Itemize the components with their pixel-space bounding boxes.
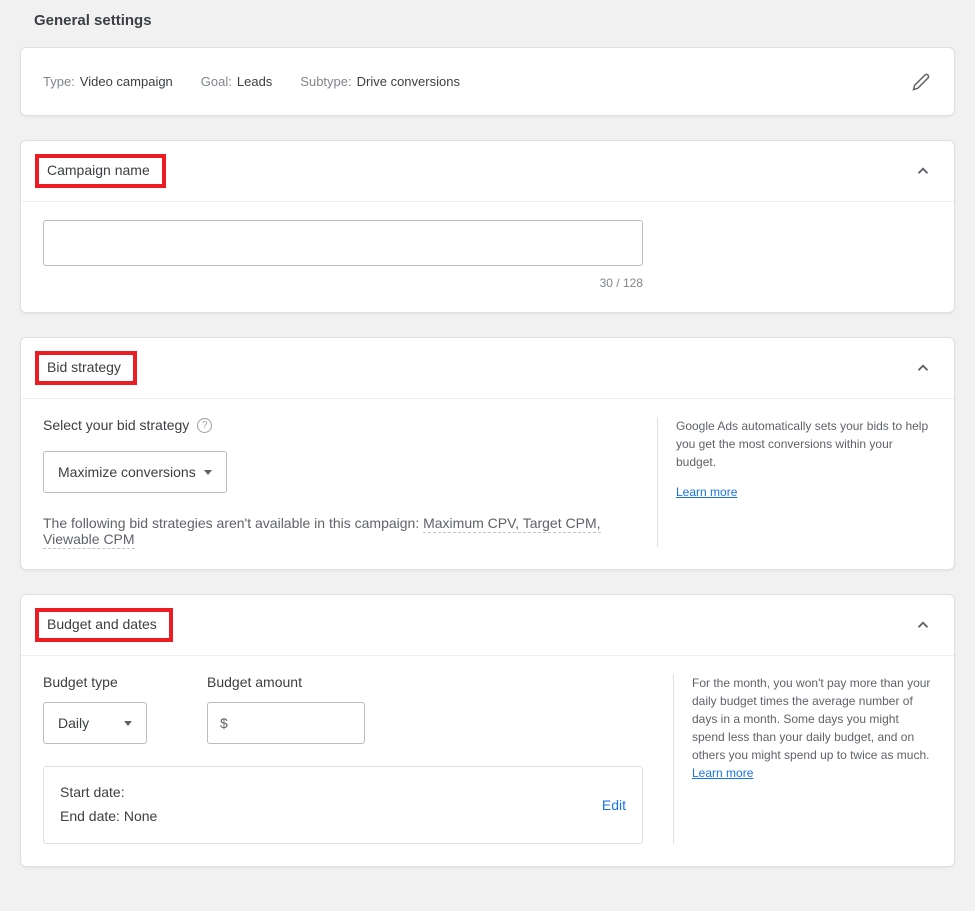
- summary-subtype-value: Drive conversions: [357, 74, 460, 89]
- currency-symbol: $: [220, 715, 228, 731]
- edit-icon[interactable]: [910, 71, 932, 93]
- bid-strategy-title-highlight: Bid strategy: [35, 351, 137, 385]
- help-icon[interactable]: ?: [197, 418, 212, 433]
- budget-amount-input-wrapper[interactable]: $: [207, 702, 365, 744]
- chevron-down-icon: [124, 721, 132, 726]
- budget-dates-title: Budget and dates: [47, 616, 157, 632]
- bid-strategy-section: Bid strategy Select your bid strategy ? …: [20, 337, 955, 570]
- bid-strategy-note: The following bid strategies aren't avai…: [43, 515, 607, 547]
- summary-type-label: Type:: [43, 74, 75, 89]
- campaign-name-header: Campaign name: [21, 141, 954, 202]
- budget-help-panel: For the month, you won't pay more than y…: [673, 674, 932, 844]
- campaign-name-counter: 30 / 128: [43, 276, 643, 290]
- bid-strategy-selected: Maximize conversions: [58, 464, 196, 480]
- budget-help-text: For the month, you won't pay more than y…: [692, 674, 932, 764]
- campaign-name-title: Campaign name: [47, 162, 150, 178]
- summary-subtype-label: Subtype:: [300, 74, 351, 89]
- budget-dates-header: Budget and dates: [21, 595, 954, 656]
- page-title: General settings: [34, 12, 955, 29]
- summary-type-value: Video campaign: [80, 74, 173, 89]
- summary-type: Type: Video campaign: [43, 74, 173, 89]
- learn-more-link[interactable]: Learn more: [676, 483, 737, 501]
- end-date-row: End date: None: [60, 805, 157, 829]
- dates-box: Start date: End date: None Edit: [43, 766, 643, 844]
- bid-strategy-select-label: Select your bid strategy ?: [43, 417, 607, 433]
- budget-dates-section: Budget and dates Budget type Daily: [20, 594, 955, 867]
- bid-strategy-help-text: Google Ads automatically sets your bids …: [676, 417, 932, 471]
- summary-goal-value: Leads: [237, 74, 272, 89]
- bid-strategy-help-panel: Google Ads automatically sets your bids …: [657, 417, 932, 547]
- campaign-name-section: Campaign name 30 / 128: [20, 140, 955, 313]
- chevron-up-icon[interactable]: [914, 161, 934, 181]
- budget-amount-group: Budget amount $: [207, 674, 365, 744]
- bid-strategy-left: Select your bid strategy ? Maximize conv…: [43, 417, 627, 547]
- chevron-up-icon[interactable]: [914, 615, 934, 635]
- learn-more-link[interactable]: Learn more: [692, 766, 753, 780]
- chevron-down-icon: [204, 470, 212, 475]
- dates-text: Start date: End date: None: [60, 781, 157, 829]
- budget-amount-label: Budget amount: [207, 674, 365, 690]
- campaign-name-input[interactable]: [43, 220, 643, 266]
- start-date-row: Start date:: [60, 781, 157, 805]
- summary-subtype: Subtype: Drive conversions: [300, 74, 460, 89]
- budget-left: Budget type Daily Budget amount $: [43, 674, 643, 844]
- bid-strategy-header: Bid strategy: [21, 338, 954, 399]
- end-date-label: End date:: [60, 808, 120, 824]
- bid-strategy-select-label-text: Select your bid strategy: [43, 417, 189, 433]
- summary-goal-label: Goal:: [201, 74, 232, 89]
- budget-type-dropdown[interactable]: Daily: [43, 702, 147, 744]
- summary-card: Type: Video campaign Goal: Leads Subtype…: [20, 47, 955, 116]
- budget-type-value: Daily: [58, 715, 89, 731]
- budget-amount-input[interactable]: [232, 715, 352, 731]
- edit-dates-link[interactable]: Edit: [602, 797, 626, 813]
- budget-dates-title-highlight: Budget and dates: [35, 608, 173, 642]
- budget-type-label: Budget type: [43, 674, 147, 690]
- bid-note-prefix: The following bid strategies aren't avai…: [43, 515, 423, 531]
- bid-strategy-title: Bid strategy: [47, 359, 121, 375]
- bid-strategy-dropdown[interactable]: Maximize conversions: [43, 451, 227, 493]
- end-date-value: None: [124, 808, 157, 824]
- chevron-up-icon[interactable]: [914, 358, 934, 378]
- summary-goal: Goal: Leads: [201, 74, 273, 89]
- campaign-name-title-highlight: Campaign name: [35, 154, 166, 188]
- budget-type-group: Budget type Daily: [43, 674, 147, 744]
